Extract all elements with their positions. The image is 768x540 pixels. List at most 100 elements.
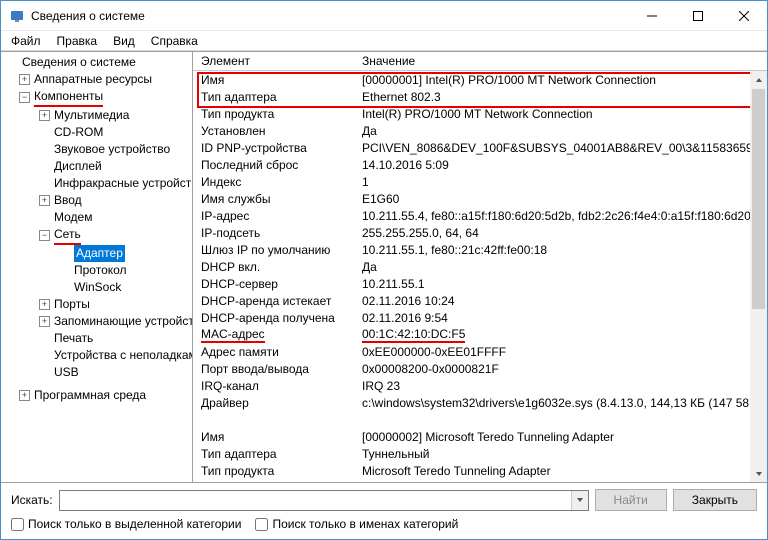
table-row[interactable]: Тип адаптераEthernet 802.3 bbox=[193, 88, 767, 105]
checkbox-names[interactable] bbox=[255, 518, 268, 531]
table-row[interactable]: Адрес памяти0xEE000000-0xEE01FFFF bbox=[193, 343, 767, 360]
minimize-button[interactable] bbox=[629, 1, 675, 31]
nav-tree: Сведения о системе +Аппаратные ресурсы −… bbox=[3, 54, 192, 404]
menu-file[interactable]: Файл bbox=[5, 33, 47, 49]
table-row[interactable]: Имя[00000001] Intel(R) PRO/1000 MT Netwo… bbox=[193, 71, 767, 88]
search-input[interactable] bbox=[59, 490, 589, 511]
cell-value: 02.11.2016 10:24 bbox=[358, 294, 767, 308]
scroll-up-icon[interactable] bbox=[750, 71, 767, 88]
main-body: Сведения о системе +Аппаратные ресурсы −… bbox=[1, 51, 767, 482]
column-element[interactable]: Элемент bbox=[193, 54, 358, 68]
find-button[interactable]: Найти bbox=[595, 489, 667, 511]
cell-key: Драйвер bbox=[193, 396, 358, 410]
table-row[interactable]: ID PNP-устройстваPCI\VEN_8086&DEV_100F&S… bbox=[193, 139, 767, 156]
table-row[interactable]: DHCP-аренда истекает02.11.2016 10:24 bbox=[193, 292, 767, 309]
grid-header[interactable]: Элемент Значение bbox=[193, 52, 767, 71]
tree-item-problem[interactable]: Устройства с неполадками bbox=[3, 347, 192, 364]
search-opt-category[interactable]: Поиск только в выделенной категории bbox=[11, 517, 241, 531]
cell-value: 255.255.255.0, 64, 64 bbox=[358, 226, 767, 240]
checkbox-category[interactable] bbox=[11, 518, 24, 531]
chevron-down-icon[interactable] bbox=[571, 491, 588, 510]
cell-value: 0xEE000000-0xEE01FFFF bbox=[358, 345, 767, 359]
tree-item-usb[interactable]: USB bbox=[3, 364, 192, 381]
tree-item-root[interactable]: Сведения о системе bbox=[3, 54, 192, 71]
tree-item-display[interactable]: Дисплей bbox=[3, 158, 192, 175]
tree-item-protocol[interactable]: Протокол bbox=[3, 262, 192, 279]
collapse-icon[interactable]: − bbox=[19, 92, 30, 103]
table-row[interactable]: DHCP вкл.Да bbox=[193, 258, 767, 275]
table-row[interactable]: DHCP-аренда получена02.11.2016 9:54 bbox=[193, 309, 767, 326]
close-search-button[interactable]: Закрыть bbox=[673, 489, 757, 511]
expand-icon[interactable]: + bbox=[39, 299, 50, 310]
scroll-down-icon[interactable] bbox=[750, 465, 767, 482]
table-row[interactable]: IRQ-каналIRQ 23 bbox=[193, 377, 767, 394]
tree-item-hardware[interactable]: +Аппаратные ресурсы bbox=[3, 71, 192, 88]
cell-key: IP-подсеть bbox=[193, 226, 358, 240]
cell-key: Тип продукта bbox=[193, 107, 358, 121]
tree-item-multimedia[interactable]: +Мультимедиа bbox=[3, 107, 192, 124]
tree-item-network[interactable]: −Сеть bbox=[3, 226, 192, 245]
table-row[interactable]: Имя службыE1G60 bbox=[193, 190, 767, 207]
cell-key: DHCP вкл. bbox=[193, 260, 358, 274]
tree-item-ports[interactable]: +Порты bbox=[3, 296, 192, 313]
table-row[interactable]: Порт ввода/вывода0x00008200-0x0000821F bbox=[193, 360, 767, 377]
table-row[interactable]: DHCP-сервер10.211.55.1 bbox=[193, 275, 767, 292]
expand-icon[interactable]: + bbox=[19, 74, 30, 85]
table-row[interactable]: Индекс1 bbox=[193, 173, 767, 190]
column-value[interactable]: Значение bbox=[358, 54, 767, 68]
scrollbar[interactable] bbox=[750, 71, 767, 482]
table-row[interactable]: Тип продуктаIntel(R) PRO/1000 MT Network… bbox=[193, 105, 767, 122]
tree-item-print[interactable]: Печать bbox=[3, 330, 192, 347]
grid-body[interactable]: Имя[00000001] Intel(R) PRO/1000 MT Netwo… bbox=[193, 71, 767, 482]
table-row[interactable]: Имя[00000002] Microsoft Teredo Tunneling… bbox=[193, 428, 767, 445]
tree-item-sound[interactable]: Звуковое устройство bbox=[3, 141, 192, 158]
expand-icon[interactable]: + bbox=[39, 110, 50, 121]
tree-item-modem[interactable]: Модем bbox=[3, 209, 192, 226]
scroll-thumb[interactable] bbox=[752, 89, 765, 309]
cell-key: DHCP-аренда истекает bbox=[193, 294, 358, 308]
cell-value: IRQ 23 bbox=[358, 379, 767, 393]
expand-icon[interactable]: + bbox=[39, 316, 50, 327]
tree-item-software[interactable]: +Программная среда bbox=[3, 387, 192, 404]
search-panel: Искать: Найти Закрыть Поиск только в выд… bbox=[1, 482, 767, 539]
expand-icon[interactable]: + bbox=[39, 195, 50, 206]
menu-edit[interactable]: Правка bbox=[51, 33, 104, 49]
cell-value: 10.211.55.1 bbox=[358, 277, 767, 291]
tree-item-cdrom[interactable]: CD-ROM bbox=[3, 124, 192, 141]
tree-item-infrared[interactable]: Инфракрасные устройства bbox=[3, 175, 192, 192]
tree-item-components[interactable]: −Компоненты bbox=[3, 88, 192, 107]
maximize-button[interactable] bbox=[675, 1, 721, 31]
cell-value: Intel(R) PRO/1000 MT Network Connection bbox=[358, 107, 767, 121]
tree-item-input[interactable]: +Ввод bbox=[3, 192, 192, 209]
titlebar[interactable]: Сведения о системе bbox=[1, 1, 767, 31]
close-button[interactable] bbox=[721, 1, 767, 31]
tree-item-adapter[interactable]: Адаптер bbox=[3, 245, 192, 262]
menu-help[interactable]: Справка bbox=[145, 33, 204, 49]
cell-key: Имя bbox=[193, 73, 358, 87]
cell-key: MAC-адрес bbox=[193, 327, 358, 343]
table-row[interactable]: IP-адрес10.211.55.4, fe80::a15f:f180:6d2… bbox=[193, 207, 767, 224]
window-title: Сведения о системе bbox=[31, 9, 629, 23]
table-row[interactable]: Тип продуктаMicrosoft Teredo Tunneling A… bbox=[193, 462, 767, 479]
table-row[interactable]: Тип адаптераТуннельный bbox=[193, 445, 767, 462]
table-row[interactable]: MAC-адрес00:1C:42:10:DC:F5 bbox=[193, 326, 767, 343]
cell-value: Ethernet 802.3 bbox=[358, 90, 767, 104]
app-icon bbox=[9, 8, 25, 24]
cell-key: Шлюз IP по умолчанию bbox=[193, 243, 358, 257]
table-row[interactable]: Последний сброс14.10.2016 5:09 bbox=[193, 156, 767, 173]
expand-icon[interactable]: + bbox=[19, 390, 30, 401]
search-opt-names[interactable]: Поиск только в именах категорий bbox=[255, 517, 458, 531]
cell-key: Тип адаптера bbox=[193, 447, 358, 461]
collapse-icon[interactable]: − bbox=[39, 230, 50, 241]
table-row[interactable]: УстановленДа bbox=[193, 122, 767, 139]
cell-key: Адрес памяти bbox=[193, 345, 358, 359]
tree-item-winsock[interactable]: WinSock bbox=[3, 279, 192, 296]
tree-item-storage[interactable]: +Запоминающие устройства bbox=[3, 313, 192, 330]
menu-view[interactable]: Вид bbox=[107, 33, 141, 49]
table-row[interactable]: IP-подсеть255.255.255.0, 64, 64 bbox=[193, 224, 767, 241]
cell-value: 14.10.2016 5:09 bbox=[358, 158, 767, 172]
table-row[interactable]: Шлюз IP по умолчанию10.211.55.1, fe80::2… bbox=[193, 241, 767, 258]
tree-pane[interactable]: Сведения о системе +Аппаратные ресурсы −… bbox=[1, 52, 193, 482]
table-row[interactable]: Драйверc:\windows\system32\drivers\e1g60… bbox=[193, 394, 767, 411]
cell-key: Тип адаптера bbox=[193, 90, 358, 104]
